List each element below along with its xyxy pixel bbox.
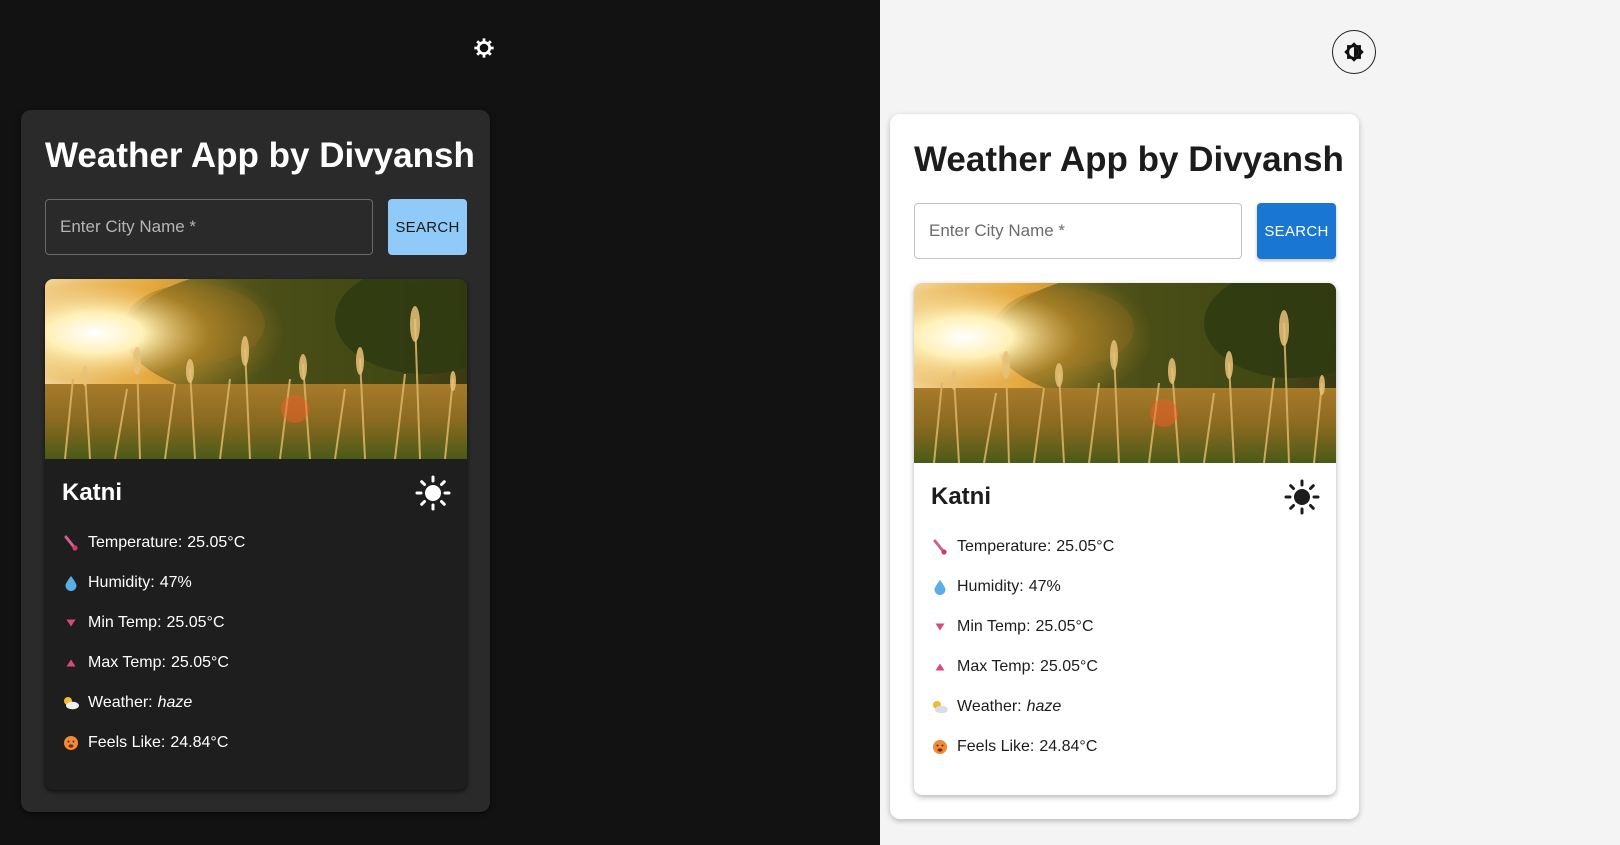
- light-theme-view: Weather App by Divyansh SEARCH: [880, 0, 1620, 845]
- sun-behind-cloud-icon: [931, 698, 949, 716]
- stat-value: haze: [157, 694, 193, 711]
- gear-icon: [474, 38, 494, 58]
- stat-label: Feels Like:: [957, 738, 1035, 755]
- weather-panel: Weather App by Divyansh SEARCH: [21, 110, 490, 812]
- stat-humidity: Humidity: 47%: [931, 567, 1319, 607]
- droplet-icon: [931, 578, 949, 596]
- field-landscape-image: [914, 283, 1336, 463]
- app-title: Weather App by Divyansh: [45, 136, 475, 175]
- stat-label: Temperature:: [88, 534, 183, 551]
- up-triangle-icon: [62, 654, 80, 672]
- theme-toggle-button[interactable]: [472, 36, 496, 60]
- city-name: Katni: [931, 483, 991, 510]
- stat-label: Feels Like:: [88, 734, 166, 751]
- card-header: Katni: [914, 463, 1336, 527]
- stat-weather: Weather: haze: [62, 683, 450, 723]
- stat-weather: Weather: haze: [931, 687, 1319, 727]
- thermometer-icon: [62, 534, 80, 552]
- stat-value: 24.84°C: [1039, 738, 1098, 755]
- sun-behind-cloud-icon: [62, 694, 80, 712]
- weather-card: Katni Temperature: 25.05°C Humidity: 47%…: [45, 279, 467, 790]
- stat-value: 25.05°C: [170, 654, 229, 671]
- stat-feels-like: Feels Like: 24.84°C: [62, 723, 450, 763]
- stat-value: 47%: [159, 574, 192, 591]
- weather-card: Katni Temperature: 25.05°C Humidity: 47%…: [914, 283, 1336, 795]
- stat-min-temp: Min Temp: 25.05°C: [62, 603, 450, 643]
- stat-value: 24.84°C: [170, 734, 229, 751]
- weather-stats-list: Temperature: 25.05°C Humidity: 47% Min T…: [45, 523, 467, 763]
- sun-icon: [1284, 479, 1320, 515]
- down-triangle-icon: [62, 614, 80, 632]
- stat-temperature: Temperature: 25.05°C: [931, 527, 1319, 567]
- city-search-input[interactable]: [45, 199, 373, 255]
- stat-max-temp: Max Temp: 25.05°C: [62, 643, 450, 683]
- sun-icon: [415, 475, 451, 511]
- weather-panel: Weather App by Divyansh SEARCH: [890, 114, 1359, 819]
- city-search-input[interactable]: [914, 203, 1242, 259]
- thermometer-icon: [931, 538, 949, 556]
- stat-label: Min Temp:: [957, 618, 1031, 635]
- down-triangle-icon: [931, 618, 949, 636]
- stat-value: haze: [1026, 698, 1062, 715]
- droplet-icon: [62, 574, 80, 592]
- card-header: Katni: [45, 459, 467, 523]
- stat-label: Weather:: [88, 694, 153, 711]
- search-button[interactable]: SEARCH: [1257, 203, 1336, 259]
- stat-temperature: Temperature: 25.05°C: [62, 523, 450, 563]
- stat-label: Max Temp:: [88, 654, 166, 671]
- weather-stats-list: Temperature: 25.05°C Humidity: 47% Min T…: [914, 527, 1336, 767]
- stat-max-temp: Max Temp: 25.05°C: [931, 647, 1319, 687]
- hot-face-icon: [931, 738, 949, 756]
- stat-humidity: Humidity: 47%: [62, 563, 450, 603]
- stat-label: Temperature:: [957, 538, 1052, 555]
- stat-label: Humidity:: [88, 574, 155, 591]
- stat-label: Humidity:: [957, 578, 1024, 595]
- stat-value: 25.05°C: [1056, 538, 1115, 555]
- stat-value: 25.05°C: [1039, 658, 1098, 675]
- search-button[interactable]: SEARCH: [388, 199, 467, 255]
- app-title: Weather App by Divyansh: [914, 140, 1344, 179]
- stat-min-temp: Min Temp: 25.05°C: [931, 607, 1319, 647]
- stat-value: 25.05°C: [166, 614, 225, 631]
- stat-value: 47%: [1028, 578, 1061, 595]
- up-triangle-icon: [931, 658, 949, 676]
- contrast-brightness-icon: [1344, 42, 1364, 62]
- city-name: Katni: [62, 479, 122, 506]
- stat-feels-like: Feels Like: 24.84°C: [931, 727, 1319, 767]
- stat-value: 25.05°C: [187, 534, 246, 551]
- stat-label: Max Temp:: [957, 658, 1035, 675]
- stat-value: 25.05°C: [1035, 618, 1094, 635]
- stat-label: Weather:: [957, 698, 1022, 715]
- dark-theme-view: Weather App by Divyansh SEARCH: [0, 0, 880, 845]
- field-landscape-image: [45, 279, 467, 459]
- hot-face-icon: [62, 734, 80, 752]
- theme-toggle-button[interactable]: [1332, 30, 1376, 74]
- stat-label: Min Temp:: [88, 614, 162, 631]
